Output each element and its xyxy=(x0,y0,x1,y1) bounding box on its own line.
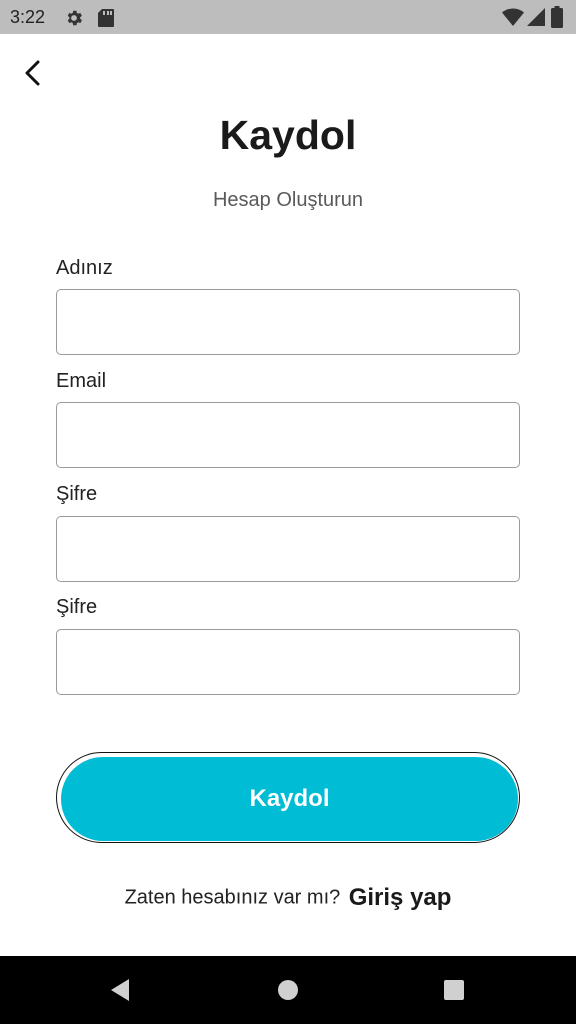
name-field[interactable] xyxy=(56,289,520,355)
page-title: Kaydol xyxy=(219,112,357,158)
back-button[interactable] xyxy=(16,56,50,90)
sd-card-icon xyxy=(98,9,114,27)
signup-button-label: Kaydol xyxy=(61,757,518,841)
name-label: Adınız xyxy=(56,257,113,279)
wifi-icon xyxy=(502,8,524,27)
nav-bar xyxy=(0,956,576,1024)
signup-button[interactable]: Kaydol xyxy=(56,752,520,843)
status-bar: 3:22 xyxy=(0,0,576,34)
recents-square-icon[interactable] xyxy=(440,976,468,1004)
page-subtitle: Hesap Oluşturun xyxy=(212,189,364,211)
gear-icon xyxy=(67,10,82,26)
password-confirm-field[interactable] xyxy=(56,629,520,695)
password-label: Şifre xyxy=(56,483,98,505)
login-link[interactable]: Giriş yap xyxy=(349,884,452,911)
back-triangle-icon[interactable] xyxy=(106,976,134,1004)
email-label: Email xyxy=(56,370,107,392)
email-field[interactable] xyxy=(56,402,520,468)
password-confirm-label: Şifre xyxy=(56,596,98,618)
login-question: Zaten hesabınız var mı? xyxy=(124,886,341,909)
password-field[interactable] xyxy=(56,516,520,582)
chevron-left-icon xyxy=(25,60,40,86)
status-time: 3:22 xyxy=(10,7,46,27)
login-prompt: Zaten hesabınız var mı? Giriş yap xyxy=(0,884,576,912)
home-circle-icon[interactable] xyxy=(274,976,302,1004)
signal-icon xyxy=(527,8,545,26)
battery-icon xyxy=(551,6,563,28)
